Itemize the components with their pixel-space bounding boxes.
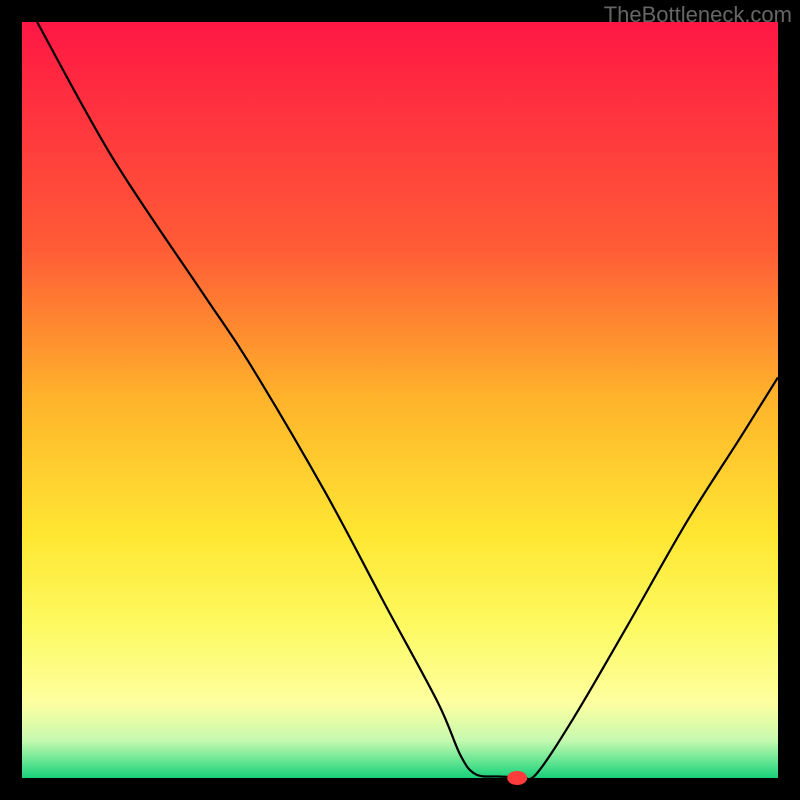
chart-container: TheBottleneck.com <box>0 0 800 800</box>
chart-svg <box>0 0 800 800</box>
watermark-text: TheBottleneck.com <box>604 2 792 28</box>
optimal-point-marker <box>507 771 527 785</box>
gradient-background <box>22 22 778 778</box>
